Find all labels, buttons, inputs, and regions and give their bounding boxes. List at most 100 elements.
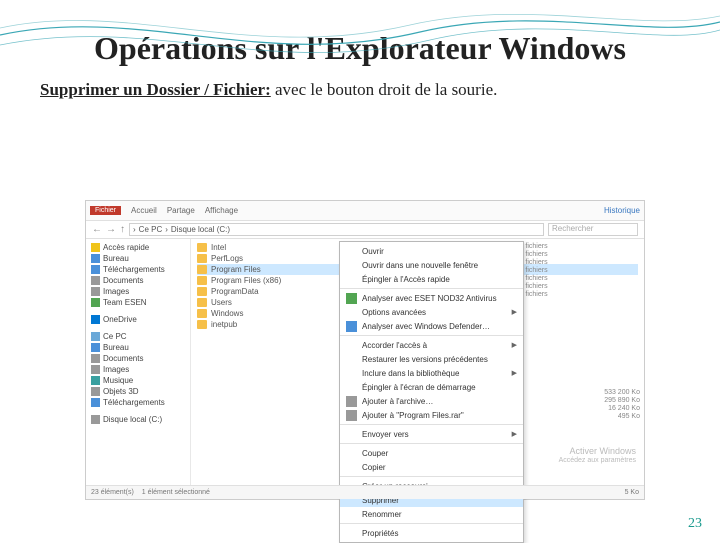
sidebar-icon [91,332,100,341]
nav-back-icon[interactable]: ← [92,224,102,235]
menu-icon [346,274,357,285]
path-part: Disque local (C:) [171,225,230,234]
sidebar-icon [91,354,100,363]
file-name: inetpub [211,320,237,329]
search-input[interactable]: Rechercher [548,223,638,236]
menu-icon [346,307,357,318]
menu-icon [346,528,357,539]
ribbon-file-tab[interactable]: Fichier [90,206,121,215]
menu-label: Ouvrir [362,247,384,256]
subtitle-rest: avec le bouton droit de la sourie. [271,80,498,99]
sidebar-icon [91,343,100,352]
context-menu-item[interactable]: Épingler à l'Accès rapide [340,272,523,286]
sidebar-item-label: Documents [103,354,143,363]
menu-label: Ajouter à l'archive… [362,397,433,406]
sidebar-item-label: Ce PC [103,332,127,341]
context-menu-item[interactable]: Copier [340,460,523,474]
sidebar-item[interactable]: Documents [86,353,190,364]
menu-icon [346,246,357,257]
file-name: PerfLogs [211,254,243,263]
context-menu-item[interactable]: Analyser avec ESET NOD32 Antivirus [340,291,523,305]
sidebar-item[interactable]: Team ESEN [86,297,190,308]
menu-label: Accorder l'accès à [362,341,427,350]
menu-icon [346,340,357,351]
menu-icon [346,448,357,459]
sidebar-icon [91,376,100,385]
file-name: Program Files [211,265,261,274]
sidebar-item[interactable]: Objets 3D [86,386,190,397]
sidebar-item-label: Téléchargements [103,265,165,274]
submenu-arrow-icon: ▶ [512,308,517,316]
sidebar-icon [91,398,100,407]
folder-icon [197,287,207,296]
context-menu-item[interactable]: Ouvrir dans une nouvelle fenêtre [340,258,523,272]
context-menu-item[interactable]: Ajouter à l'archive… [340,394,523,408]
sidebar-item[interactable]: Ce PC [86,331,190,342]
menu-icon [346,410,357,421]
file-name: Windows [211,309,243,318]
sidebar-item-label: OneDrive [103,315,137,324]
menu-icon [346,368,357,379]
context-menu-item[interactable]: Accorder l'accès à ▶ [340,338,523,352]
folder-icon [197,243,207,252]
sidebar-item-label: Team ESEN [103,298,147,307]
sidebar-item[interactable]: Documents [86,275,190,286]
subtitle-lead: Supprimer un Dossier / Fichier: [40,80,271,99]
address-bar[interactable]: ›Ce PC ›Disque local (C:) [129,223,544,236]
nav-up-icon[interactable]: ↑ [120,224,125,235]
watermark-line: Activer Windows [559,447,636,457]
sidebar-item[interactable]: Téléchargements [86,397,190,408]
page-number: 23 [688,516,702,532]
context-menu-item[interactable]: Analyser avec Windows Defender… [340,319,523,333]
sidebar-item[interactable]: Disque local (C:) [86,414,190,425]
menu-label: Options avancées [362,308,426,317]
ribbon-home-tab[interactable]: Accueil [131,206,157,215]
nav-fwd-icon[interactable]: → [106,224,116,235]
sidebar-icon [91,254,100,263]
menu-label: Analyser avec Windows Defender… [362,322,490,331]
folder-icon [197,309,207,318]
sidebar-item[interactable]: Bureau [86,253,190,264]
nav-bar: ← → ↑ ›Ce PC ›Disque local (C:) Recherch… [86,221,644,239]
sidebar-icon [91,276,100,285]
file-name: Intel [211,243,226,252]
context-menu-item[interactable]: Propriétés [340,526,523,540]
menu-label: Épingler à l'écran de démarrage [362,383,476,392]
sidebar-item-label: Documents [103,276,143,285]
menu-icon [346,354,357,365]
sidebar: Accès rapideBureauTéléchargementsDocumen… [86,239,191,485]
context-menu-item[interactable]: Options avancées ▶ [340,305,523,319]
context-menu-item[interactable]: Renommer [340,507,523,521]
context-menu-item[interactable]: Ouvrir [340,244,523,258]
sidebar-item-label: Objets 3D [103,387,139,396]
context-menu-item[interactable]: Restaurer les versions précédentes [340,352,523,366]
sidebar-item[interactable]: Musique [86,375,190,386]
sidebar-item[interactable]: OneDrive [86,314,190,325]
context-menu-item[interactable]: Ajouter à "Program Files.rar" [340,408,523,422]
menu-icon [346,293,357,304]
menu-label: Propriétés [362,529,398,538]
menu-label: Ouvrir dans une nouvelle fenêtre [362,261,478,270]
sidebar-item[interactable]: Images [86,364,190,375]
windows-watermark: Activer Windows Accédez aux paramètres [559,447,636,465]
explorer-window: Fichier Accueil Partage Affichage Histor… [85,200,645,500]
sidebar-item[interactable]: Téléchargements [86,264,190,275]
sidebar-icon [91,265,100,274]
submenu-arrow-icon: ▶ [512,341,517,349]
sidebar-item[interactable]: Bureau [86,342,190,353]
sidebar-item[interactable]: Accès rapide [86,242,190,253]
ribbon-history[interactable]: Historique [604,206,640,215]
sidebar-item-label: Bureau [103,343,129,352]
sidebar-item-label: Téléchargements [103,398,165,407]
menu-icon [346,382,357,393]
file-name: ProgramData [211,287,259,296]
menu-icon [346,462,357,473]
context-menu-item[interactable]: Couper [340,446,523,460]
ribbon-share-tab[interactable]: Partage [167,206,195,215]
context-menu-item[interactable]: Envoyer vers▶ [340,427,523,441]
context-menu-item[interactable]: Inclure dans la bibliothèque▶ [340,366,523,380]
menu-label: Couper [362,449,388,458]
ribbon-view-tab[interactable]: Affichage [205,206,238,215]
sidebar-item[interactable]: Images [86,286,190,297]
context-menu-item[interactable]: Épingler à l'écran de démarrage [340,380,523,394]
